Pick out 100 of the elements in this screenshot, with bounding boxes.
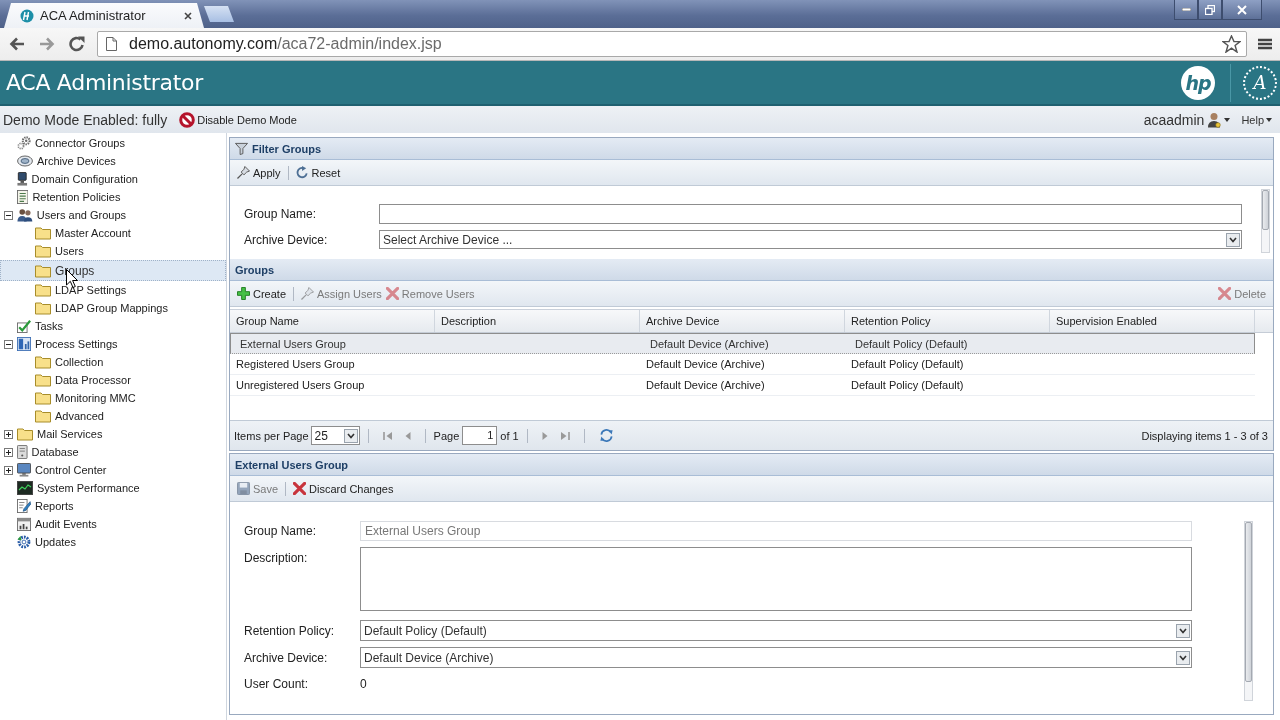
tree-item[interactable]: Users (0, 242, 226, 260)
tree-item[interactable]: Advanced (0, 407, 226, 425)
table-row[interactable]: Registered Users Group Default Device (Archive) Default Policy (Default) (230, 354, 1255, 375)
terminal-screen-icon (17, 481, 33, 495)
items-per-page-label: Items per Page (234, 429, 309, 442)
reload-icon[interactable] (69, 36, 85, 52)
folder-icon (17, 427, 33, 441)
checkbox-tick-icon (17, 319, 31, 333)
address-field[interactable]: demo.autonomy.com/aca72-admin/index.jsp (97, 31, 1247, 57)
toolbar-button[interactable]: Reset (293, 164, 343, 181)
window-close-button[interactable] (1222, 0, 1262, 20)
gears-icon (17, 136, 31, 150)
field-label: Archive Device: (244, 650, 328, 665)
folder-icon (35, 244, 51, 258)
tree-item[interactable]: Groups (0, 260, 226, 281)
panel-title: External Users Group (235, 458, 349, 471)
tree-item[interactable]: Users and Groups (0, 206, 226, 224)
tree-item[interactable]: Data Processor (0, 371, 226, 389)
tree-item[interactable]: LDAP Group Mappings (0, 299, 226, 317)
expand-icon[interactable] (4, 465, 13, 475)
menu-icon[interactable] (1258, 38, 1272, 50)
restore-button[interactable] (1198, 0, 1222, 20)
calendar-chart-icon (17, 517, 31, 531)
text-field[interactable] (379, 204, 1242, 224)
table-cell-text: External Users Group (239, 336, 347, 352)
cross-icon (293, 482, 307, 495)
table-cell-text: Registered Users Group (235, 357, 356, 372)
close-icon[interactable] (184, 11, 192, 20)
select-field[interactable]: Default Device (Archive) (360, 647, 1192, 668)
tree-item[interactable]: System Performance (0, 479, 226, 497)
scrollbar[interactable] (1244, 521, 1253, 701)
tree-item[interactable]: Tasks (0, 317, 226, 335)
chart-window-icon (17, 337, 31, 351)
minimize-button[interactable] (1174, 0, 1198, 20)
disc-icon (17, 154, 33, 168)
brand-logo: hp (1181, 65, 1215, 100)
column-header[interactable]: Description (435, 310, 640, 332)
table-cell-text: Default Device (Archive) (649, 336, 770, 352)
folder-icon (35, 263, 51, 278)
field-label: Archive Device: (244, 232, 328, 247)
column-header[interactable]: Supervision Enabled (1050, 310, 1255, 332)
text-area[interactable] (360, 547, 1192, 611)
page-size-select[interactable]: 25 (310, 426, 360, 445)
tree-item[interactable]: Archive Devices (0, 152, 226, 170)
tree-item[interactable]: Connector Groups (0, 134, 226, 152)
table-cell-text: Default Device (Archive) (645, 378, 766, 393)
select-field[interactable]: Select Archive Device ... (379, 230, 1242, 249)
tree-item[interactable]: Retention Policies (0, 188, 226, 206)
back-arrow-icon[interactable] (9, 37, 25, 51)
browser-tab[interactable]: ACA Administrator (4, 3, 204, 28)
tree-item[interactable]: Control Center (0, 461, 226, 479)
gear-arrows-icon (17, 535, 31, 549)
tree-item[interactable]: Domain Configuration (0, 170, 226, 188)
table-cell-text: Default Policy (Default) (850, 357, 965, 372)
product-logo: A (1243, 65, 1277, 100)
collapse-icon[interactable] (4, 210, 13, 220)
forward-arrow-icon[interactable] (39, 37, 55, 51)
folder-icon (35, 283, 51, 297)
tree-item[interactable]: Process Settings (0, 335, 226, 353)
column-header[interactable]: Archive Device (640, 310, 845, 332)
tree-item[interactable]: Audit Events (0, 515, 226, 533)
tree-item[interactable]: LDAP Settings (0, 281, 226, 299)
tree-item[interactable]: Database (0, 443, 226, 461)
field-label: Group Name: (244, 524, 317, 538)
field-value: 0 (360, 676, 367, 693)
tree-item[interactable]: Monitoring MMC (0, 389, 226, 407)
scrollbar[interactable] (1261, 189, 1270, 253)
computer-icon (17, 172, 28, 186)
page-number-field[interactable]: 1 (462, 426, 498, 445)
toolbar-button[interactable]: Apply (235, 164, 283, 181)
refresh-icon[interactable] (598, 428, 614, 443)
table-cell-text: Unregistered Users Group (235, 378, 366, 393)
panel-title: Groups (235, 263, 275, 276)
collapse-icon[interactable] (4, 339, 13, 349)
tree-item[interactable]: Master Account (0, 224, 226, 242)
help-menu[interactable]: Help (1241, 113, 1272, 126)
table-cell-text: Default Device (Archive) (645, 357, 766, 372)
column-header[interactable]: Group Name (230, 310, 435, 332)
expand-icon[interactable] (4, 447, 13, 457)
tree-item[interactable]: Reports (0, 497, 226, 515)
tree-item[interactable]: Mail Services (0, 425, 226, 443)
toolbar-button[interactable]: Create (235, 285, 289, 302)
new-tab-button[interactable] (204, 6, 234, 22)
field-label: Group Name: (244, 207, 317, 221)
tree-item[interactable]: Collection (0, 353, 226, 371)
plus-icon (237, 287, 250, 300)
select-field[interactable]: Default Policy (Default) (360, 620, 1192, 641)
star-icon[interactable] (1222, 35, 1241, 53)
column-header[interactable]: Retention Policy (845, 310, 1050, 332)
toolbar-button[interactable]: Discard Changes (291, 480, 396, 497)
disable-demo-link[interactable]: Disable Demo Mode (179, 111, 297, 128)
tree-item[interactable]: Updates (0, 533, 226, 551)
expand-icon[interactable] (4, 429, 13, 439)
table-row[interactable]: External Users Group Default Device (Archive) Default Policy (Default) (230, 333, 1255, 354)
circular-arrow-icon (295, 166, 309, 179)
folder-icon (35, 301, 51, 315)
folder-icon (35, 373, 51, 387)
user-menu[interactable]: acaadmin (1143, 111, 1231, 128)
document-list-icon (17, 190, 29, 204)
table-row[interactable]: Unregistered Users Group Default Device (Archive) Default Policy (Default) (230, 375, 1255, 396)
